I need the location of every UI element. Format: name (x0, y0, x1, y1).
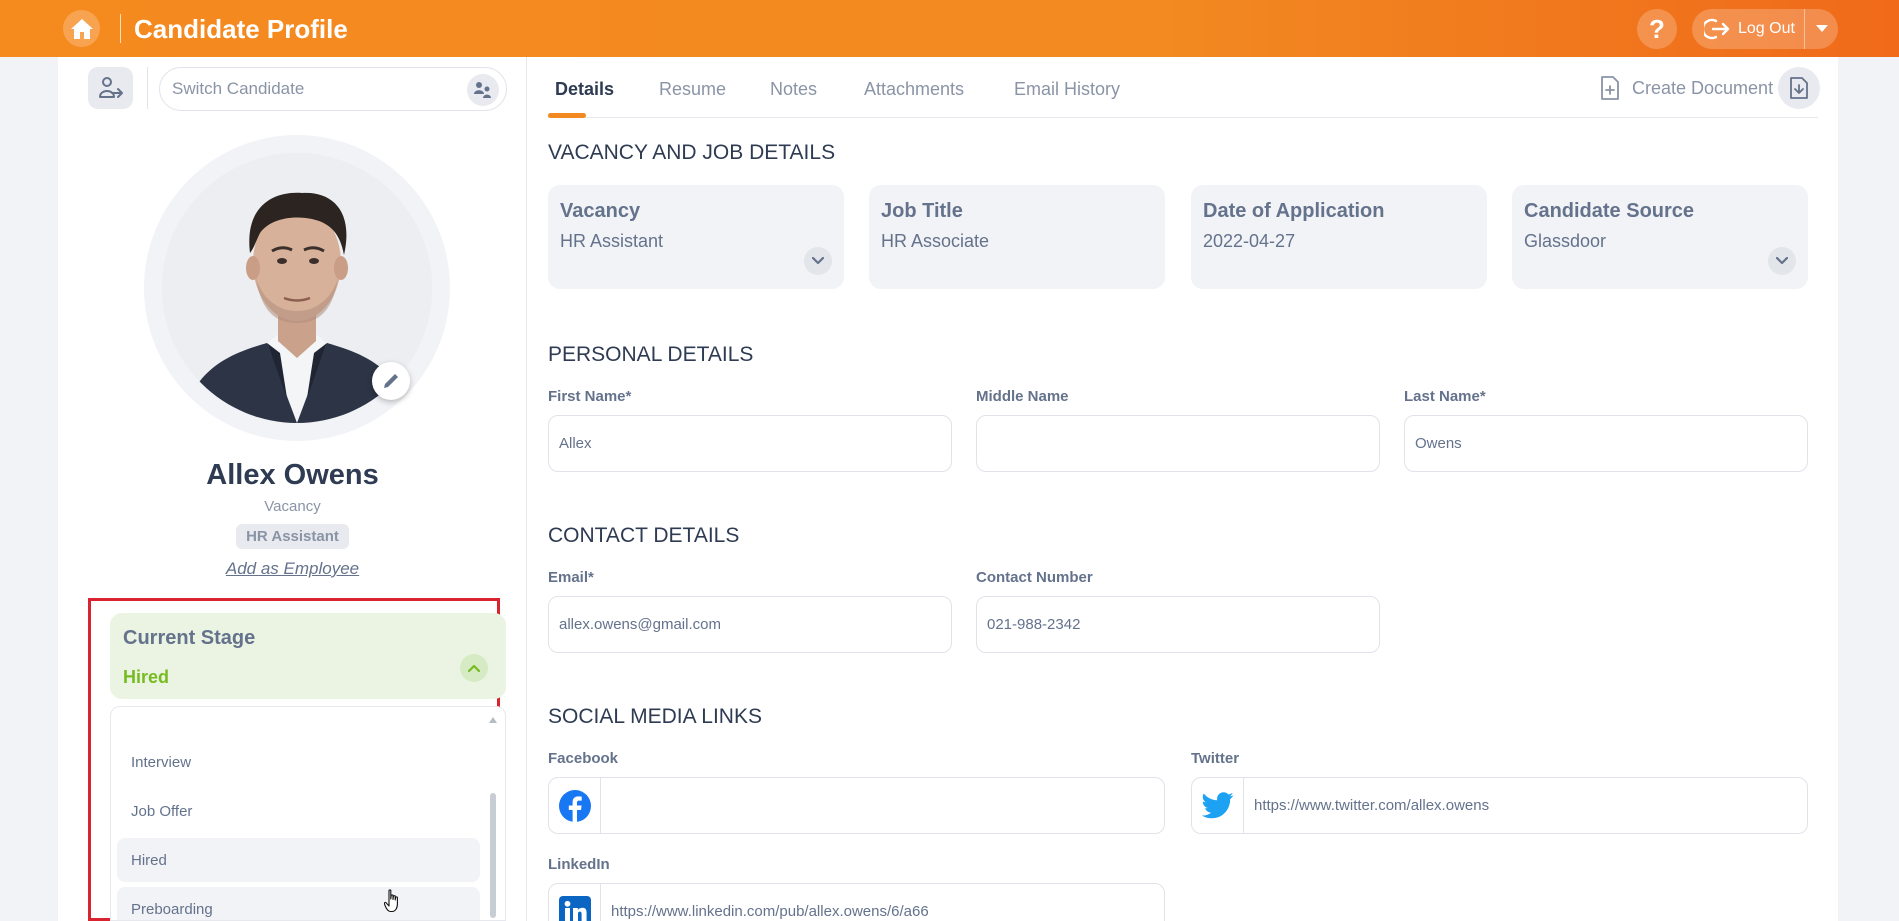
first-name-label: First Name* (548, 388, 632, 405)
personal-section-title: PERSONAL DETAILS (548, 343, 754, 366)
switch-candidate-button[interactable] (467, 74, 499, 106)
switch-candidate-icon (474, 82, 491, 98)
download-button[interactable] (1778, 67, 1820, 109)
profile-tabs: Details Resume Notes Attachments Email H… (548, 57, 1820, 118)
vacancy-dropdown-toggle[interactable] (804, 247, 832, 275)
edit-photo-button[interactable] (372, 362, 410, 400)
current-stage-select[interactable]: Current Stage Hired (110, 613, 506, 699)
current-stage-label: Current Stage (123, 627, 256, 649)
job-title-card: Job Title HR Associate (869, 185, 1165, 289)
application-date-value: 2022-04-27 (1203, 231, 1296, 251)
tab-attachments[interactable]: Attachments (864, 79, 964, 100)
create-document-label: Create Document (1632, 77, 1774, 98)
add-as-employee-link[interactable]: Add as Employee (58, 559, 527, 579)
facebook-field[interactable] (548, 777, 1165, 834)
stage-dropdown-toggle[interactable] (460, 654, 488, 682)
stage-option-interview[interactable]: Interview (117, 740, 480, 784)
help-button[interactable]: ? (1637, 9, 1677, 49)
chevron-down-icon (1776, 257, 1788, 265)
vacancy-section-title: VACANCY AND JOB DETAILS (548, 141, 836, 164)
candidate-name: Allex Owens (206, 459, 379, 491)
chevron-down-icon (812, 257, 824, 265)
facebook-icon-cell (549, 778, 601, 833)
facebook-label: Facebook (548, 750, 619, 767)
last-name-field[interactable] (1404, 415, 1808, 472)
vacancy-card-label: Vacancy (560, 200, 641, 222)
application-date-label: Date of Application (1203, 200, 1385, 222)
logout-button[interactable]: Log Out (1692, 9, 1804, 49)
candidate-source-dropdown-toggle[interactable] (1768, 247, 1796, 275)
stage-dropdown-list: Interview Job Offer Hired Preboarding (110, 706, 506, 921)
social-section-title: SOCIAL MEDIA LINKS (548, 705, 762, 728)
candidate-source-value: Glassdoor (1524, 231, 1607, 251)
job-title-label: Job Title (881, 200, 963, 222)
create-document-icon (1601, 76, 1619, 100)
last-name-label: Last Name* (1404, 388, 1486, 405)
chevron-up-icon (468, 664, 480, 672)
top-bar: Candidate Profile ? Log Out (0, 0, 1899, 57)
job-title-value: HR Associate (881, 231, 990, 251)
collapse-sidebar-button[interactable] (88, 67, 133, 109)
profile-card: Allex Owens Vacancy HR Assistant Add as … (58, 57, 1838, 921)
first-name-field[interactable] (548, 415, 952, 472)
twitter-label: Twitter (1191, 750, 1240, 767)
facebook-icon (558, 789, 591, 822)
chevron-down-icon (1815, 25, 1828, 32)
vacancy-card-value: HR Assistant (560, 231, 664, 251)
scroll-thumb[interactable] (490, 793, 496, 918)
contact-section-title: CONTACT DETAILS (548, 524, 740, 547)
logout-group: Log Out (1692, 9, 1838, 49)
topbar-divider (120, 14, 121, 43)
linkedin-icon-cell (549, 884, 601, 921)
tab-notes[interactable]: Notes (770, 79, 817, 100)
help-icon: ? (1649, 13, 1665, 44)
candidate-source-card[interactable]: Candidate Source Glassdoor (1512, 185, 1808, 289)
contact-number-label: Contact Number (976, 569, 1093, 586)
scroll-up-arrow[interactable] (489, 717, 497, 723)
linkedin-url: https://www.linkedin.com/pub/allex.owens… (611, 903, 929, 920)
stage-option-job-offer[interactable]: Job Offer (117, 789, 480, 833)
download-icon (1790, 77, 1808, 99)
vacancy-badge: HR Assistant (236, 524, 349, 549)
sidebar-divider (147, 67, 148, 109)
candidate-source-label: Candidate Source (1524, 200, 1695, 222)
middle-name-label: Middle Name (976, 388, 1069, 405)
vacancy-badge-wrapper: HR Assistant (58, 524, 527, 549)
create-document-button[interactable]: Create Document (1600, 76, 1773, 100)
candidate-sidebar: Allex Owens Vacancy HR Assistant Add as … (58, 57, 527, 921)
current-stage-value: Hired (123, 667, 170, 687)
page-title: Candidate Profile (134, 14, 348, 44)
email-field[interactable] (548, 596, 952, 653)
hand-cursor-icon (384, 889, 398, 913)
home-button[interactable] (63, 10, 100, 47)
vacancy-label: Vacancy (264, 498, 321, 515)
linkedin-icon (558, 895, 591, 921)
details-content: Details Resume Notes Attachments Email H… (548, 57, 1820, 921)
logout-label: Log Out (1738, 20, 1795, 37)
pencil-icon (384, 374, 398, 388)
logout-icon (1704, 18, 1730, 40)
active-tab-indicator (548, 113, 586, 118)
linkedin-field[interactable]: https://www.linkedin.com/pub/allex.owens… (548, 883, 1165, 921)
contact-number-field[interactable] (976, 596, 1380, 653)
home-icon (70, 18, 93, 39)
tab-email-history[interactable]: Email History (1014, 79, 1120, 100)
tab-resume[interactable]: Resume (659, 79, 726, 100)
twitter-url: https://www.twitter.com/allex.owens (1254, 797, 1490, 814)
vacancy-card[interactable]: Vacancy HR Assistant (548, 185, 844, 289)
collapse-sidebar-icon (98, 77, 123, 98)
stage-option-preboarding[interactable]: Preboarding (117, 887, 480, 920)
switch-candidate-input[interactable] (159, 67, 507, 111)
twitter-icon (1201, 792, 1233, 819)
tab-details[interactable]: Details (555, 79, 614, 100)
linkedin-label: LinkedIn (548, 856, 610, 873)
application-date-card[interactable]: Date of Application 2022-04-27 (1191, 185, 1487, 289)
twitter-field[interactable]: https://www.twitter.com/allex.owens (1191, 777, 1808, 834)
stage-option-hired[interactable]: Hired (117, 838, 480, 882)
twitter-icon-cell (1192, 778, 1244, 833)
stage-list-scrollbar[interactable] (487, 715, 499, 920)
logout-menu-toggle[interactable] (1805, 9, 1838, 49)
email-label: Email* (548, 569, 594, 586)
middle-name-field[interactable] (976, 415, 1380, 472)
